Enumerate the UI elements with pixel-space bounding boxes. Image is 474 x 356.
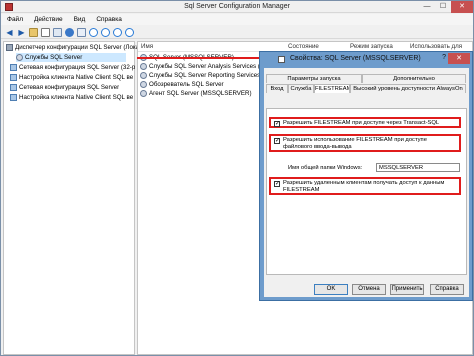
- properties-icon[interactable]: [77, 27, 86, 37]
- tab-service[interactable]: Служба: [288, 84, 314, 93]
- tab-startup-parameters[interactable]: Параметры запуска: [266, 74, 362, 83]
- menu-bar: Файл Действие Вид Справка: [1, 14, 473, 25]
- option-filestream-file-io[interactable]: ✓ Разрешить использование FILESTREAM при…: [269, 134, 461, 152]
- server-icon: [6, 43, 13, 51]
- selection-highlight-line: [137, 57, 259, 59]
- apply-button[interactable]: Применить: [390, 284, 424, 295]
- menu-help[interactable]: Справка: [96, 14, 122, 25]
- network-icon: [10, 83, 17, 91]
- list-item[interactable]: Обозреватель SQL Server: [140, 80, 224, 89]
- stop-service-icon[interactable]: [113, 27, 122, 37]
- services-icon: [16, 53, 23, 61]
- service-icon: [140, 62, 147, 70]
- back-arrow-icon[interactable]: ◀: [5, 28, 14, 37]
- tree-item-native-client[interactable]: Настройка клиента Native Client SQL ве: [10, 93, 133, 102]
- dialog-body: Параметры запуска Дополнительно Вход Слу…: [264, 68, 469, 297]
- window-controls: — ☐ ✕: [419, 1, 473, 13]
- tree-item-network[interactable]: Сетевая конфигурация SQL Server: [10, 83, 119, 92]
- dialog-buttons: OK Отмена Применить Справка: [264, 284, 469, 296]
- menu-view[interactable]: Вид: [74, 14, 86, 25]
- service-icon: [140, 80, 147, 88]
- forward-arrow-icon[interactable]: ▶: [17, 28, 26, 37]
- share-name-input[interactable]: MSSQLSERVER: [376, 163, 460, 172]
- option-filestream-remote[interactable]: ✓ Разрешить удаленным клиентам получать …: [269, 177, 461, 195]
- column-name[interactable]: Имя: [141, 43, 153, 50]
- tabs-row-top: Параметры запуска Дополнительно: [266, 74, 466, 83]
- export-icon[interactable]: [53, 27, 62, 37]
- dialog-icon: [278, 56, 285, 63]
- pause-service-icon[interactable]: [101, 27, 110, 37]
- window-title: Sql Server Configuration Manager: [184, 3, 290, 10]
- list-item[interactable]: Службы SQL Server Reporting Services (MS: [140, 71, 273, 80]
- dialog-title-bar: Свойства: SQL Server (MSSQLSERVER) ? ✕: [260, 52, 472, 66]
- tree-item-sql-services[interactable]: Службы SQL Server: [16, 53, 126, 62]
- service-icon: [140, 71, 147, 79]
- dialog-close-button[interactable]: ✕: [448, 53, 470, 64]
- ok-button[interactable]: OK: [314, 284, 348, 295]
- menu-file[interactable]: Файл: [7, 14, 23, 25]
- list-item[interactable]: Агент SQL Server (MSSQLSERVER): [140, 89, 252, 98]
- option-filestream-tsql[interactable]: ✓ Разрешить FILESTREAM при доступе через…: [269, 117, 461, 128]
- toolbar: ◀ ▶: [1, 26, 473, 39]
- dialog-help-button[interactable]: ?: [442, 54, 446, 61]
- tab-logon[interactable]: Вход: [266, 84, 288, 93]
- tree-item-root[interactable]: Диспетчер конфигурации SQL Server (Лока: [6, 43, 139, 52]
- tree-item-native-client-32[interactable]: Настройка клиента Native Client SQL ве: [10, 73, 133, 82]
- share-name-label: Имя общей папки Windows:: [288, 165, 363, 171]
- column-state[interactable]: Состояние: [288, 43, 319, 50]
- checkbox-checked-icon[interactable]: ✓: [274, 138, 280, 144]
- network-icon: [10, 63, 17, 71]
- tabs-row-bottom: Вход Служба FILESTREAM Высокий уровень д…: [266, 84, 466, 93]
- list-item[interactable]: Службы SQL Server Analysis Services (MSS: [140, 62, 273, 71]
- main-window: Sql Server Configuration Manager — ☐ ✕ Ф…: [0, 0, 474, 356]
- maximize-button[interactable]: ☐: [435, 1, 451, 13]
- tab-alwayson[interactable]: Высокий уровень доступности AlwaysOn: [350, 84, 466, 93]
- navigation-tree: Диспетчер конфигурации SQL Server (Лока …: [3, 41, 139, 355]
- close-button[interactable]: ✕: [451, 1, 473, 13]
- minimize-button[interactable]: —: [419, 1, 435, 13]
- title-bar: Sql Server Configuration Manager — ☐ ✕: [1, 1, 473, 13]
- document-icon[interactable]: [41, 27, 50, 37]
- help-button[interactable]: Справка: [430, 284, 464, 295]
- checkbox-checked-icon[interactable]: ✓: [274, 121, 280, 127]
- service-icon: [140, 89, 147, 97]
- network-icon: [10, 93, 17, 101]
- tab-filestream[interactable]: FILESTREAM: [314, 84, 350, 93]
- dialog-title: Свойства: SQL Server (MSSQLSERVER): [290, 55, 421, 62]
- start-service-icon[interactable]: [89, 27, 98, 37]
- help-icon[interactable]: [65, 27, 74, 37]
- tab-advanced[interactable]: Дополнительно: [362, 74, 466, 83]
- column-start-mode[interactable]: Режим запуска: [350, 43, 393, 50]
- restart-service-icon[interactable]: [125, 27, 134, 37]
- checkbox-checked-icon[interactable]: ✓: [274, 181, 280, 187]
- properties-dialog: Свойства: SQL Server (MSSQLSERVER) ? ✕ П…: [259, 51, 473, 301]
- folder-icon[interactable]: [29, 27, 38, 37]
- menu-action[interactable]: Действие: [34, 14, 63, 25]
- column-use-for[interactable]: Использовать для: [410, 43, 462, 50]
- cancel-button[interactable]: Отмена: [352, 284, 386, 295]
- tree-item-network-32[interactable]: Сетевая конфигурация SQL Server (32-р: [10, 63, 135, 72]
- network-icon: [10, 73, 17, 81]
